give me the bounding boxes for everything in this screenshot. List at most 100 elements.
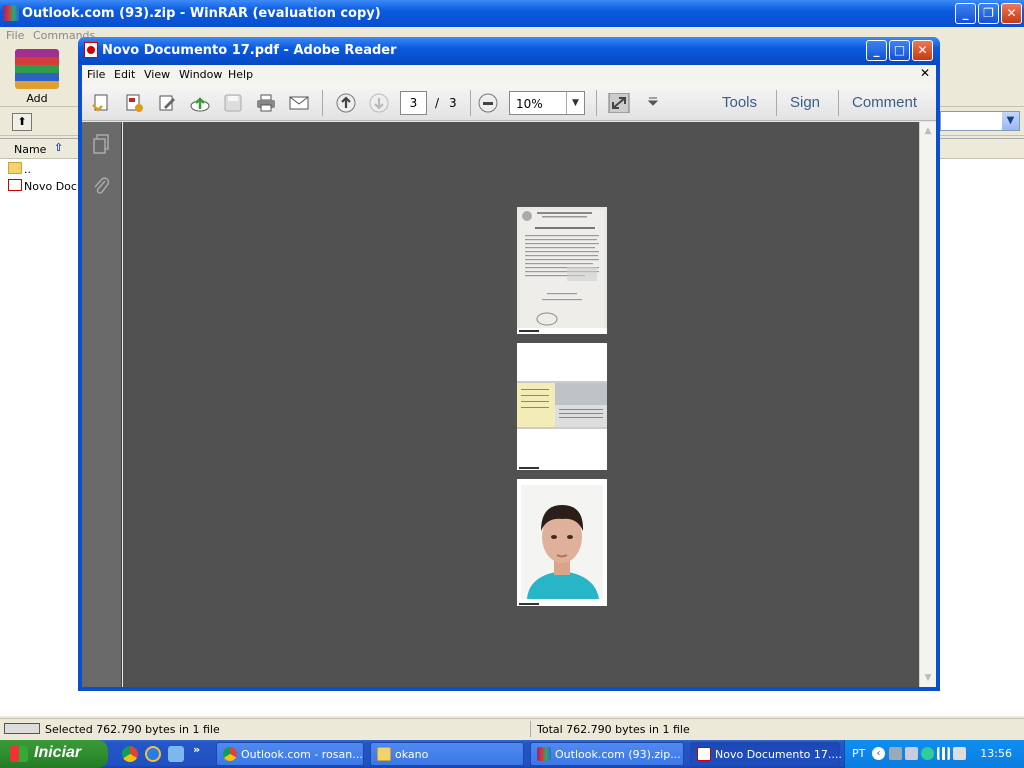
chrome-icon — [223, 747, 237, 761]
update-icon[interactable] — [921, 747, 934, 760]
add-label: Add — [26, 92, 48, 105]
ie-settings-icon[interactable] — [168, 746, 184, 762]
document-view[interactable] — [123, 122, 919, 687]
status-selected: Selected 762.790 bytes in 1 file — [45, 723, 220, 736]
winrar-title: Outlook.com (93).zip - WinRAR (evaluatio… — [22, 6, 381, 21]
scroll-down-icon[interactable]: ▼ — [921, 671, 935, 685]
start-button[interactable]: Iniciar — [0, 740, 108, 768]
menu-view[interactable]: View — [144, 68, 170, 81]
chevron-left-icon[interactable]: ‹ — [872, 747, 885, 760]
menu-file[interactable]: File — [87, 68, 105, 81]
chrome-icon[interactable] — [122, 746, 138, 762]
minimize-button[interactable]: _ — [866, 40, 887, 61]
toolbar-separator — [596, 90, 597, 116]
reader-title-bar[interactable]: Novo Documento 17.pdf - Adobe Reader _ □… — [78, 37, 940, 65]
task-chrome[interactable]: Outlook.com - rosan... — [216, 742, 364, 766]
task-label: okano — [395, 748, 429, 761]
system-tray: PT ‹ 13:56 — [844, 740, 1024, 768]
pdf-icon — [8, 179, 22, 191]
zoom-value: 10% — [516, 97, 543, 111]
winrar-status-bar: Selected 762.790 bytes in 1 file Total 7… — [0, 718, 1024, 738]
page-thumbnails-icon[interactable] — [92, 134, 110, 154]
edit-pdf-icon[interactable] — [156, 93, 178, 113]
comment-button[interactable]: Comment — [852, 94, 917, 111]
print-icon[interactable] — [255, 93, 277, 113]
quick-launch-overflow[interactable]: » — [193, 743, 200, 756]
winrar-icon — [3, 5, 19, 21]
vertical-scrollbar[interactable]: ▲ ▼ — [919, 122, 936, 687]
page-separator: / — [435, 96, 440, 110]
list-item-label: .. — [24, 163, 31, 176]
zoom-select[interactable]: 10% ▼ — [509, 91, 585, 115]
network-icon[interactable] — [905, 747, 918, 760]
list-item[interactable]: .. — [8, 161, 68, 178]
chevron-down-icon[interactable]: ▼ — [566, 92, 584, 114]
task-label: Outlook.com (93).zip... — [555, 748, 681, 761]
chevron-down-icon[interactable]: ▼ — [1002, 112, 1019, 130]
menu-file[interactable]: File — [6, 29, 24, 42]
up-folder-icon[interactable]: ⬆ — [12, 113, 32, 131]
more-tools-icon[interactable] — [642, 93, 664, 113]
path-combo[interactable]: ▼ — [940, 111, 1020, 131]
next-page-icon[interactable] — [368, 93, 390, 113]
clock[interactable]: 13:56 — [980, 747, 1012, 760]
list-item[interactable]: Novo Docu — [8, 178, 84, 195]
folder-icon — [8, 162, 22, 174]
pdf-page[interactable] — [517, 207, 607, 334]
zoom-out-icon[interactable] — [477, 93, 499, 113]
task-folder[interactable]: okano — [370, 742, 524, 766]
cloud-upload-icon[interactable] — [189, 93, 211, 113]
status-total: Total 762.790 bytes in 1 file — [537, 723, 690, 736]
column-name-label: Name — [14, 143, 47, 156]
toolbar-separator — [470, 90, 471, 116]
printer-icon[interactable] — [889, 747, 902, 760]
keys-icon — [4, 723, 40, 734]
reader-body: File Edit View Window Help ✕ 3 / 3 10% ▼… — [82, 65, 936, 687]
scanned-document-image — [517, 207, 607, 334]
reader-title: Novo Documento 17.pdf - Adobe Reader — [102, 43, 397, 58]
signal-icon[interactable] — [937, 747, 950, 760]
navigation-pane — [82, 122, 122, 687]
create-pdf-icon[interactable] — [90, 93, 112, 113]
page-total: 3 — [449, 96, 457, 110]
tools-button[interactable]: Tools — [722, 94, 757, 111]
toolbar-separator — [838, 90, 839, 116]
task-winrar[interactable]: Outlook.com (93).zip... — [530, 742, 684, 766]
save-icon[interactable] — [222, 93, 244, 113]
books-icon — [15, 49, 59, 89]
pdf-page[interactable] — [517, 343, 607, 470]
menu-edit[interactable]: Edit — [114, 68, 135, 81]
fit-page-icon[interactable] — [608, 92, 630, 114]
toolbar-separator — [322, 90, 323, 116]
reader-toolbar: 3 / 3 10% ▼ Tools Sign Comment — [82, 85, 936, 121]
previous-page-icon[interactable] — [335, 93, 357, 113]
email-icon[interactable] — [288, 93, 310, 113]
export-pdf-icon[interactable] — [123, 93, 145, 113]
internet-explorer-icon[interactable] — [145, 746, 161, 762]
pdf-page[interactable] — [517, 479, 607, 606]
windows-logo-icon — [10, 746, 28, 762]
task-label: Outlook.com - rosan... — [241, 748, 363, 761]
add-button[interactable]: Add — [12, 49, 62, 105]
attachments-icon[interactable] — [92, 176, 110, 196]
safely-remove-icon[interactable] — [953, 747, 966, 760]
close-button[interactable]: ✕ — [912, 40, 933, 61]
scroll-up-icon[interactable]: ▲ — [921, 124, 935, 138]
task-adobe-reader[interactable]: Novo Documento 17.... — [690, 742, 842, 766]
winrar-title-bar[interactable]: Outlook.com (93).zip - WinRAR (evaluatio… — [0, 0, 1024, 27]
menu-help[interactable]: Help — [228, 68, 253, 81]
menu-window[interactable]: Window — [179, 68, 222, 81]
close-button[interactable]: ✕ — [1001, 3, 1022, 24]
winrar-icon — [537, 747, 551, 761]
folder-icon — [377, 747, 391, 761]
language-indicator[interactable]: PT — [852, 747, 865, 760]
sign-button[interactable]: Sign — [790, 94, 820, 111]
minimize-button[interactable]: _ — [955, 3, 976, 24]
maximize-button[interactable]: □ — [889, 40, 910, 61]
reader-window: Novo Documento 17.pdf - Adobe Reader _ □… — [78, 37, 940, 691]
portrait-photo-image — [517, 479, 607, 606]
restore-button[interactable]: ❐ — [978, 3, 999, 24]
page-number-input[interactable]: 3 — [400, 91, 427, 115]
reader-menu-bar: File Edit View Window Help ✕ — [82, 65, 936, 85]
close-document-icon[interactable]: ✕ — [920, 66, 930, 80]
